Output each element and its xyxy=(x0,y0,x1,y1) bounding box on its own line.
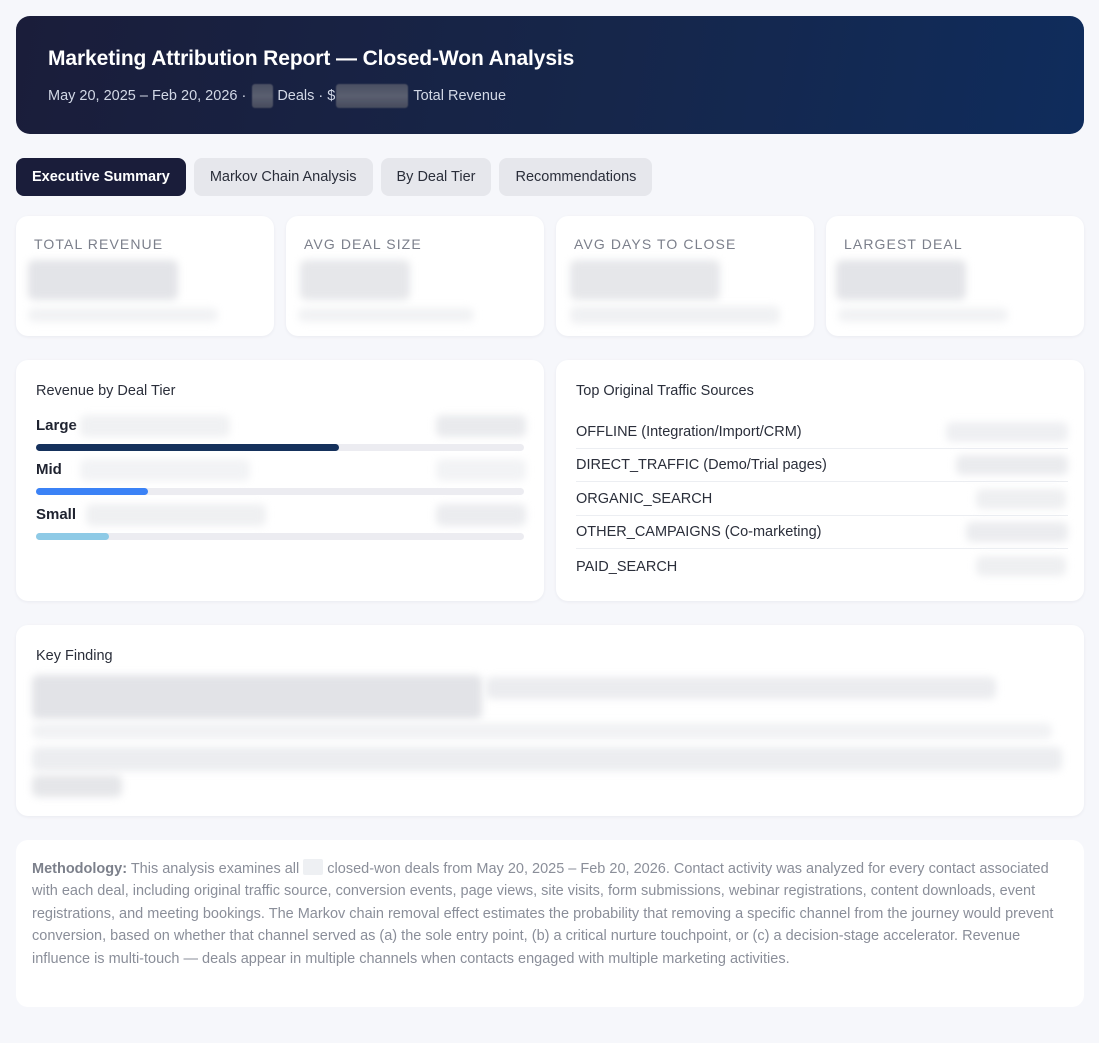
redacted-source-value xyxy=(976,489,1066,509)
redacted-finding-text xyxy=(32,723,1052,739)
redacted-source-value xyxy=(946,422,1068,442)
tier-name: Large xyxy=(36,417,77,434)
kpi-label: TOTAL REVENUE xyxy=(34,236,164,252)
kpi-largest-deal: LARGEST DEAL xyxy=(826,216,1084,336)
traffic-source-name: ORGANIC_SEARCH xyxy=(576,491,713,507)
tier-bar-track xyxy=(36,533,524,540)
methodology-label: Methodology: xyxy=(32,861,128,877)
tier-row-small: Small xyxy=(36,504,526,540)
redacted-revenue xyxy=(336,84,409,108)
tab-executive-summary[interactable]: Executive Summary xyxy=(16,158,186,196)
redacted-tier-value xyxy=(436,504,526,526)
redacted-source-value xyxy=(976,556,1066,576)
report-subtitle: May 20, 2025 – Feb 20, 2026 · Deals · $ … xyxy=(48,84,1052,108)
traffic-source-row: OFFLINE (Integration/Import/CRM) xyxy=(576,416,1068,449)
traffic-source-name: PAID_SEARCH xyxy=(576,558,678,575)
redacted-deal-count xyxy=(303,859,324,875)
traffic-source-name: OFFLINE (Integration/Import/CRM) xyxy=(576,424,802,440)
report-title: Marketing Attribution Report — Closed-Wo… xyxy=(48,47,575,70)
revenue-by-tier-panel: Revenue by Deal Tier Large Mid Small xyxy=(16,360,544,601)
redacted-finding-text xyxy=(32,675,482,719)
tier-row-large: Large xyxy=(36,415,526,451)
revenue-label: Total Revenue xyxy=(413,88,507,104)
tier-bar-track xyxy=(36,444,524,451)
key-finding-panel: Key Finding xyxy=(16,625,1084,816)
redacted-kpi-value xyxy=(28,260,178,300)
kpi-total-revenue: TOTAL REVENUE xyxy=(16,216,274,336)
kpi-label: AVG DEAL SIZE xyxy=(304,236,422,252)
redacted-tier-detail xyxy=(80,459,250,481)
panel-title: Key Finding xyxy=(36,648,113,664)
redacted-deal-count xyxy=(252,84,274,108)
traffic-source-row: PAID_SEARCH xyxy=(576,550,1068,583)
tab-recommendations[interactable]: Recommendations xyxy=(499,158,653,196)
traffic-source-name: OTHER_CAMPAIGNS (Co-marketing) xyxy=(576,524,822,540)
redacted-source-value xyxy=(956,455,1068,475)
tier-bar-track xyxy=(36,488,524,495)
redacted-finding-text xyxy=(32,747,1062,771)
redacted-kpi-value xyxy=(570,260,720,300)
redacted-tier-value xyxy=(436,459,526,481)
tier-row-mid: Mid xyxy=(36,459,526,495)
kpi-avg-deal-size: AVG DEAL SIZE xyxy=(286,216,544,336)
redacted-tier-detail xyxy=(80,415,230,437)
redacted-tier-value xyxy=(436,415,526,437)
redacted-finding-text xyxy=(486,677,996,699)
tab-markov-chain-analysis[interactable]: Markov Chain Analysis xyxy=(193,158,373,196)
tier-bar-fill xyxy=(36,533,110,540)
report-header: Marketing Attribution Report — Closed-Wo… xyxy=(16,16,1084,134)
traffic-source-name: DIRECT_TRAFFIC (Demo/Trial pages) xyxy=(576,457,827,473)
methodology-note: Methodology: This analysis examines all … xyxy=(16,840,1084,1007)
tier-name: Mid xyxy=(36,461,62,478)
report-tabs: Executive Summary Markov Chain Analysis … xyxy=(16,158,653,196)
redacted-kpi-subtext xyxy=(838,308,1008,322)
methodology-text-start: This analysis examines all xyxy=(127,861,304,877)
tab-by-deal-tier[interactable]: By Deal Tier xyxy=(380,158,492,196)
redacted-tier-detail xyxy=(86,504,266,526)
redacted-kpi-value xyxy=(300,260,410,300)
panel-title: Revenue by Deal Tier xyxy=(36,383,176,399)
traffic-sources-panel: Top Original Traffic Sources OFFLINE (In… xyxy=(556,360,1084,601)
tier-bar-fill xyxy=(36,488,149,495)
redacted-kpi-value xyxy=(836,260,966,300)
redacted-finding-text xyxy=(32,775,122,797)
redacted-kpi-subtext xyxy=(298,308,474,322)
tier-bar-fill xyxy=(36,444,339,451)
traffic-source-row: OTHER_CAMPAIGNS (Co-marketing) xyxy=(576,516,1068,549)
tier-name: Small xyxy=(36,506,77,523)
kpi-avg-days-to-close: AVG DAYS TO CLOSE xyxy=(556,216,814,336)
date-range: May 20, 2025 – Feb 20, 2026 · xyxy=(48,88,247,104)
kpi-label: AVG DAYS TO CLOSE xyxy=(574,236,737,252)
traffic-source-row: DIRECT_TRAFFIC (Demo/Trial pages) xyxy=(576,449,1068,482)
deals-label: Deals · $ xyxy=(277,88,336,104)
redacted-kpi-subtext xyxy=(570,306,780,324)
panel-title: Top Original Traffic Sources xyxy=(576,383,754,399)
redacted-kpi-subtext xyxy=(28,308,218,322)
kpi-label: LARGEST DEAL xyxy=(844,236,963,252)
traffic-source-row: ORGANIC_SEARCH xyxy=(576,483,1068,516)
report-page: Marketing Attribution Report — Closed-Wo… xyxy=(0,0,1099,1043)
redacted-source-value xyxy=(966,522,1068,542)
